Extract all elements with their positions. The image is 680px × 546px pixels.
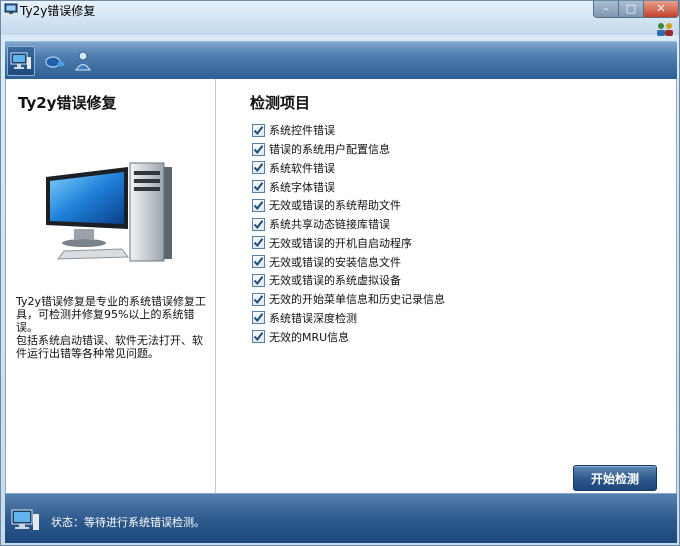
detection-item-list: 系统控件错误 错误的系统用户配置信息 系统软件错误 系统字体错误 无效或错误的系… xyxy=(252,121,445,346)
toolbar-user-button[interactable] xyxy=(69,46,97,76)
check-icon xyxy=(253,276,264,285)
description-line: Ty2y错误修复是专业的系统错误修复工具，可检测并修复95%以上的系统错误。 xyxy=(16,295,207,334)
detection-item-label: 无效的MRU信息 xyxy=(269,330,350,344)
computer-illustration xyxy=(46,162,172,262)
checkbox[interactable] xyxy=(252,217,265,231)
checkbox[interactable] xyxy=(252,311,265,325)
checkbox[interactable] xyxy=(252,198,265,212)
minimize-button[interactable]: – xyxy=(593,1,619,18)
description-line: 包括系统启动错误、软件无法打开、软件运行出错等各种常见问题。 xyxy=(16,334,203,360)
detection-item-label: 系统控件错误 xyxy=(269,124,335,138)
mouse-icon xyxy=(45,56,65,68)
info-panel: Ty2y错误修复 Ty2y错误修复是专业的系统错误修复工具，可检测并修复95%以… xyxy=(6,79,216,493)
app-title: Ty2y错误修复 xyxy=(18,94,117,112)
checkbox[interactable] xyxy=(252,273,265,287)
status-bar: 状态：等待进行系统错误检测。 xyxy=(5,493,677,543)
check-icon xyxy=(253,126,264,135)
detection-item-label: 无效或错误的系统帮助文件 xyxy=(269,199,401,213)
computer-icon xyxy=(10,52,31,69)
detection-item[interactable]: 无效或错误的系统帮助文件 xyxy=(252,196,445,215)
detection-item-label: 错误的系统用户配置信息 xyxy=(269,143,390,157)
computer-status-icon xyxy=(11,509,39,530)
detection-item-label: 系统字体错误 xyxy=(269,180,335,194)
maximize-button[interactable]: □ xyxy=(618,1,644,18)
toolbar-repair-button[interactable] xyxy=(7,46,35,76)
start-scan-button[interactable]: 开始检测 xyxy=(573,465,657,491)
section-title: 检测项目 xyxy=(250,94,311,112)
toolbar-mouse-button[interactable] xyxy=(41,46,69,76)
check-icon xyxy=(253,219,264,229)
detection-item[interactable]: 系统控件错误 xyxy=(252,121,445,140)
check-icon xyxy=(253,238,264,248)
check-icon xyxy=(253,257,264,267)
detection-item[interactable]: 无效的开始菜单信息和历史记录信息 xyxy=(252,290,445,309)
detection-item[interactable]: 无效或错误的系统虚拟设备 xyxy=(252,271,445,290)
app-icon xyxy=(4,3,18,14)
close-button[interactable]: ✕ xyxy=(643,1,679,18)
detection-item[interactable]: 系统软件错误 xyxy=(252,159,445,178)
detection-item-label: 无效或错误的系统虚拟设备 xyxy=(269,274,401,288)
detection-item[interactable]: 系统共享动态链接库错误 xyxy=(252,215,445,234)
detection-item[interactable]: 无效的MRU信息 xyxy=(252,327,445,346)
check-icon xyxy=(253,313,264,323)
check-icon xyxy=(253,294,264,304)
check-icon xyxy=(253,163,264,173)
checkbox[interactable] xyxy=(252,180,265,194)
status-text: 状态：等待进行系统错误检测。 xyxy=(51,516,205,529)
checkbox[interactable] xyxy=(252,292,265,306)
check-icon xyxy=(253,201,264,210)
checkbox[interactable] xyxy=(252,123,265,137)
detection-item[interactable]: 系统字体错误 xyxy=(252,177,445,196)
detection-item-label: 无效的开始菜单信息和历史记录信息 xyxy=(269,293,445,307)
detection-item-label: 无效或错误的安装信息文件 xyxy=(269,255,401,269)
detection-panel: 检测项目 系统控件错误 错误的系统用户配置信息 系统软件错误 系统字体错误 无效… xyxy=(217,79,677,493)
check-icon xyxy=(253,332,264,342)
check-icon xyxy=(253,182,264,192)
app-window: Ty2y错误修复 – □ ✕ Ty2y错误修复 Ty2y错误修复是专业的系统错误… xyxy=(0,0,680,546)
checkbox[interactable] xyxy=(252,161,265,175)
main-area: Ty2y错误修复 Ty2y错误修复是专业的系统错误修复工具，可检测并修复95%以… xyxy=(5,79,677,493)
detection-item-label: 系统软件错误 xyxy=(269,161,335,175)
detection-item-label: 系统错误深度检测 xyxy=(269,311,357,325)
detection-item[interactable]: 无效或错误的安装信息文件 xyxy=(252,252,445,271)
app-description: Ty2y错误修复是专业的系统错误修复工具，可检测并修复95%以上的系统错误。 包… xyxy=(16,295,210,360)
check-icon xyxy=(253,144,264,154)
detection-item[interactable]: 无效或错误的开机自启动程序 xyxy=(252,234,445,253)
checkbox[interactable] xyxy=(252,142,265,156)
toolbar xyxy=(5,41,677,79)
title-bar[interactable]: Ty2y错误修复 – □ ✕ xyxy=(1,1,679,35)
checkbox[interactable] xyxy=(252,236,265,250)
window-title: Ty2y错误修复 xyxy=(20,4,96,18)
detection-item-label: 系统共享动态链接库错误 xyxy=(269,218,390,232)
checkbox[interactable] xyxy=(252,330,265,344)
detection-item-label: 无效或错误的开机自启动程序 xyxy=(269,236,412,250)
checkbox[interactable] xyxy=(252,255,265,269)
user-icon xyxy=(75,51,91,71)
detection-item[interactable]: 系统错误深度检测 xyxy=(252,309,445,328)
network-users-icon[interactable] xyxy=(655,21,675,39)
detection-item[interactable]: 错误的系统用户配置信息 xyxy=(252,140,445,159)
